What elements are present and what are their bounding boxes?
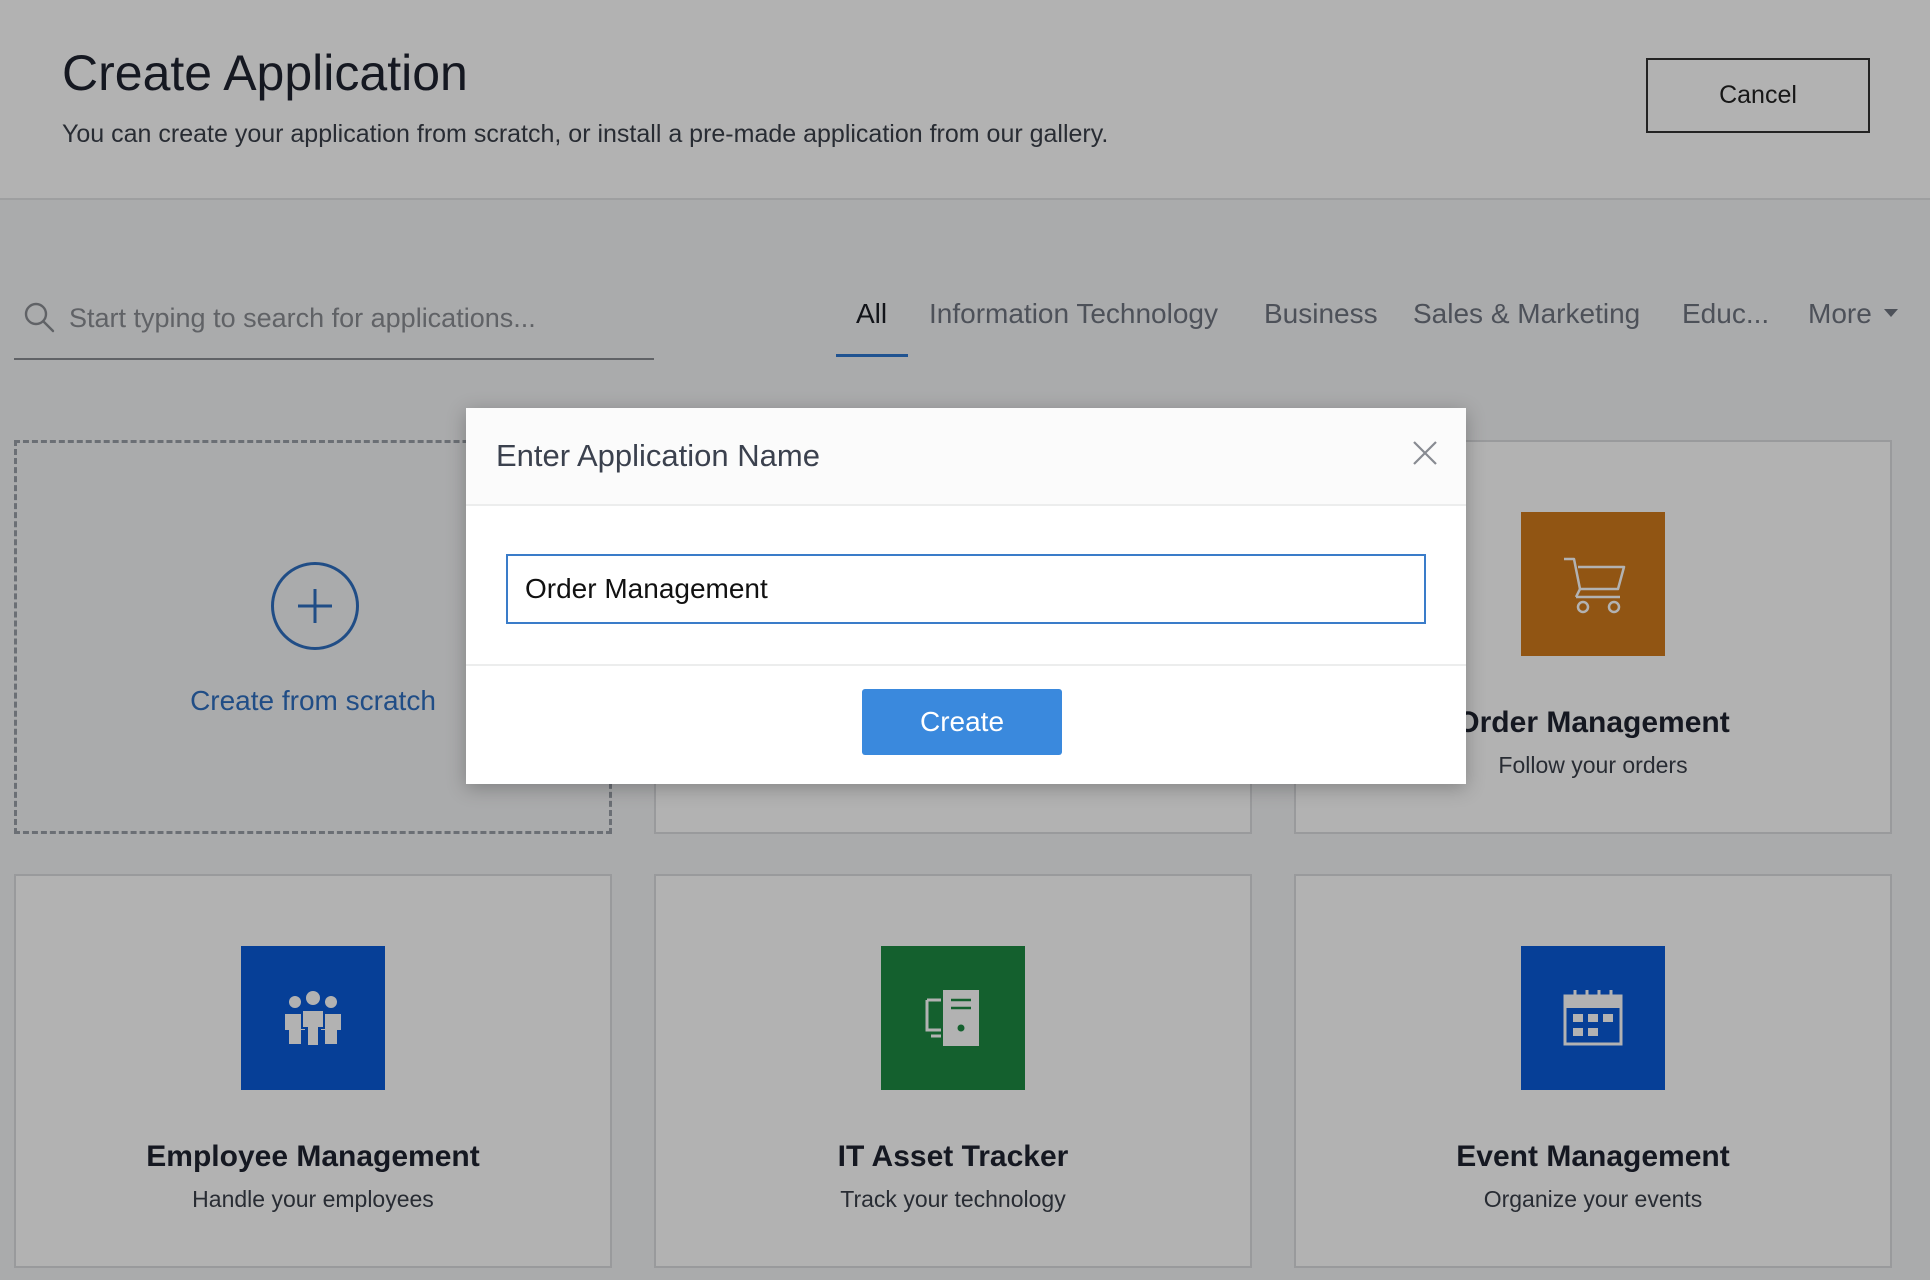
dialog-header: Enter Application Name [466, 408, 1466, 506]
enter-app-name-dialog: Enter Application Name Create [466, 408, 1466, 784]
application-name-input[interactable] [506, 554, 1426, 624]
create-button[interactable]: Create [862, 689, 1062, 755]
close-icon[interactable] [1410, 438, 1440, 468]
dialog-body [466, 508, 1466, 666]
dialog-title: Enter Application Name [496, 438, 820, 473]
